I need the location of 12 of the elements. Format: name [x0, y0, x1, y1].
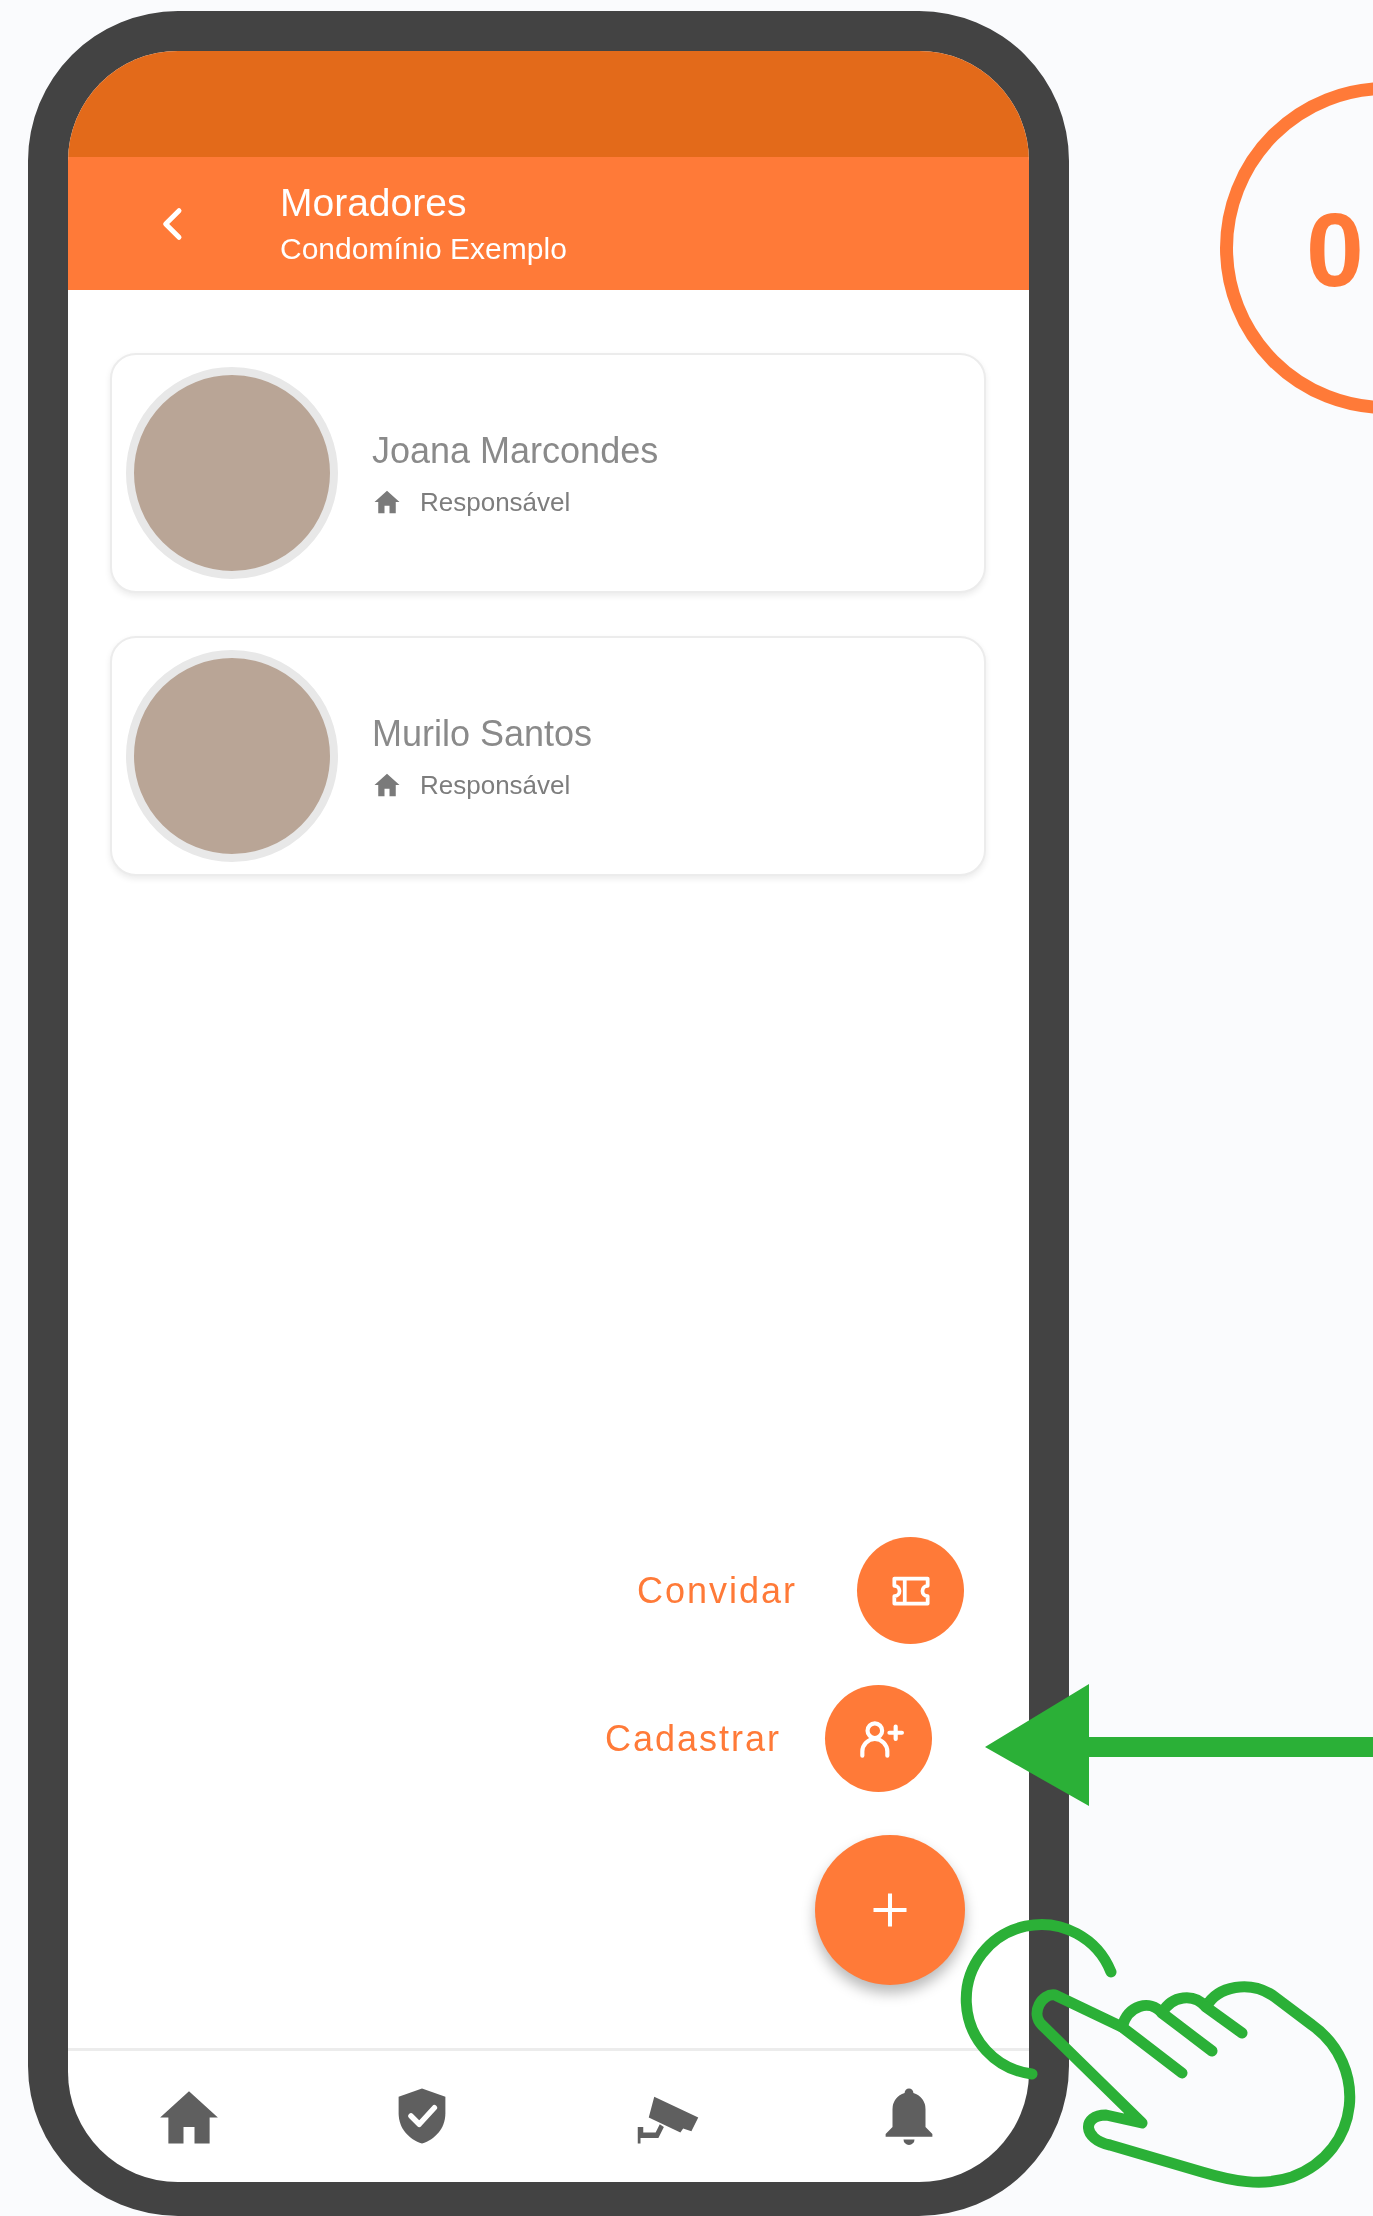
resident-name: Murilo Santos [372, 711, 593, 756]
resident-card[interactable]: Joana Marcondes Responsável [110, 353, 986, 593]
step-number: 0 [1306, 195, 1364, 305]
action-label[interactable]: Cadastrar [604, 1717, 781, 1760]
resident-role: Responsável [420, 769, 571, 801]
screen-subtitle: Condomínio Exemplo [280, 230, 567, 267]
resident-name: Joana Marcondes [372, 428, 659, 473]
screen-title: Moradores [280, 180, 468, 225]
action-label[interactable]: Convidar [636, 1569, 797, 1612]
add-button[interactable] [815, 1835, 965, 1985]
resident-card[interactable]: Murilo Santos Responsável [110, 636, 986, 876]
resident-role: Responsável [420, 486, 571, 518]
